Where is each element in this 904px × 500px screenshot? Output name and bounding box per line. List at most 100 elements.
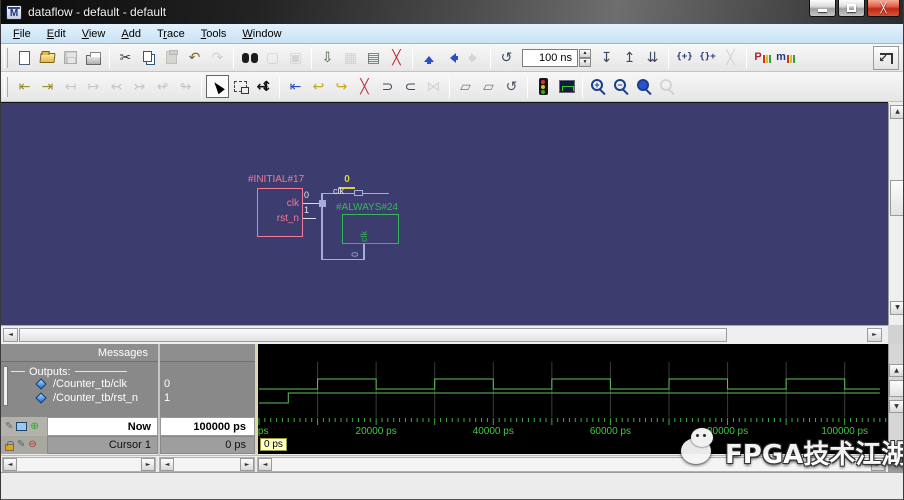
wave-vscroll-thumb[interactable]	[889, 380, 903, 397]
memory-profile-button[interactable]: m	[774, 46, 797, 69]
wave-scroll-left-arrow[interactable]: ◄	[258, 458, 272, 471]
zoom-in-button[interactable]: +	[587, 75, 610, 98]
cursor-time-box[interactable]: 0 ps	[260, 438, 287, 451]
run-button[interactable]: ↧	[595, 46, 618, 69]
canvas-scroll-right-arrow[interactable]: ►	[867, 328, 882, 342]
expand-net-to-drivers-button[interactable]: ⇤	[284, 75, 307, 98]
canvas-vscroll-thumb[interactable]	[890, 180, 903, 216]
menu-add[interactable]: Add	[113, 26, 149, 42]
signal-row-clk[interactable]: /Counter_tb/clk	[1, 377, 158, 391]
menu-tools[interactable]: Tools	[193, 26, 235, 42]
select-mode-button[interactable]	[206, 75, 229, 98]
wave-scroll-down-arrow[interactable]: ▼	[889, 400, 903, 413]
lock-icon[interactable]	[5, 440, 14, 451]
always-input-wire[interactable]	[363, 244, 365, 260]
regenerate-button[interactable]: ↺	[500, 75, 523, 98]
insert-icon[interactable]: ⊕	[30, 421, 38, 432]
embedded-wave-viewer-button[interactable]	[555, 75, 578, 98]
minimize-button[interactable]	[809, 0, 836, 17]
new-file-button[interactable]	[13, 46, 36, 69]
remove-cursor-icon[interactable]: ⊖	[28, 440, 36, 450]
cursor-track[interactable]: 0 ps	[258, 436, 888, 454]
canvas-scroll-up-arrow[interactable]: ▲	[890, 105, 903, 119]
expand-in-button[interactable]: ⊃	[376, 75, 399, 98]
zoom-mode-button[interactable]	[229, 75, 252, 98]
clk-net-wire-bottom[interactable]	[321, 259, 365, 260]
find-button[interactable]	[238, 46, 261, 69]
always-input-value: 0	[350, 251, 360, 257]
spin-down-arrow[interactable]: ▼	[579, 57, 591, 67]
svg-text:0 ps: 0 ps	[258, 426, 268, 436]
rst-pin-stub	[303, 218, 316, 219]
menu-window[interactable]: Window	[234, 26, 289, 42]
timeline-ruler[interactable]: 0 ps 20000 ps 40000 ps 60000 ps 80000 ps 1000…	[250, 417, 888, 437]
undock-button[interactable]	[873, 46, 899, 70]
delete-content-button[interactable]: ╳	[353, 75, 376, 98]
cursor-label-cell[interactable]: Cursor 1	[47, 436, 158, 454]
name-scroll-left-arrow[interactable]: ◄	[3, 458, 17, 471]
trace-set-button[interactable]: ⇤	[13, 75, 36, 98]
save-icon	[64, 51, 77, 64]
continue-run-button[interactable]: ↥	[618, 46, 641, 69]
clk-net-wire-vertical[interactable]	[321, 193, 323, 260]
spin-up-arrow[interactable]: ▲	[579, 48, 591, 58]
canvas-scroll-down-arrow[interactable]: ▼	[890, 301, 903, 315]
pan-mode-button[interactable]	[252, 75, 275, 98]
expand-net-button[interactable]: ↩	[307, 75, 330, 98]
signal-row-rst-n[interactable]: /Counter_tb/rst_n	[1, 391, 158, 405]
wave-messages-header[interactable]: Messages	[1, 344, 158, 362]
name-scroll-right-arrow[interactable]: ►	[141, 458, 155, 471]
run-length-field[interactable]	[522, 48, 578, 67]
step-over-button[interactable]: {}+	[696, 46, 719, 69]
menu-edit[interactable]: Edit	[39, 26, 74, 42]
show-wave-button[interactable]	[532, 75, 555, 98]
menu-file[interactable]: File	[5, 26, 39, 42]
menu-view[interactable]: View	[74, 26, 114, 42]
canvas-hscroll-thumb[interactable]	[19, 328, 727, 342]
expand-net-to-drivers-icon: ⇤	[289, 78, 302, 95]
net-value: 0	[344, 174, 350, 185]
value-hscrollbar[interactable]: ◄ ►	[159, 457, 255, 472]
menu-trace[interactable]: Trace	[149, 26, 193, 42]
value-scroll-right-arrow[interactable]: ►	[240, 458, 254, 471]
maximize-button[interactable]	[838, 0, 865, 17]
copy-button[interactable]	[137, 46, 160, 69]
erase-highlights-button[interactable]: ▱	[454, 75, 477, 98]
print-button[interactable]	[82, 46, 105, 69]
compile-button[interactable]: ⇩	[316, 46, 339, 69]
open-file-button[interactable]	[36, 46, 59, 69]
expand-out-button[interactable]: ⊂	[399, 75, 422, 98]
step-into-button[interactable]: {+}	[673, 46, 696, 69]
simulate-button[interactable]: ▤	[362, 46, 385, 69]
dataflow-canvas[interactable]: #INITIAL#17 clk rst_n 0 1 0 clk #ALWAYS#…	[1, 102, 888, 325]
name-hscrollbar[interactable]: ◄ ►	[2, 457, 156, 472]
wave-scroll-right-arrow[interactable]: ►	[871, 458, 885, 471]
monitor-icon[interactable]	[16, 422, 28, 431]
close-button[interactable]: ╳	[867, 0, 900, 17]
wave-plot-area[interactable]	[258, 362, 888, 417]
wave-scroll-up-arrow[interactable]: ▲	[889, 364, 903, 377]
trace-reset-button[interactable]: ⇥	[36, 75, 59, 98]
undo-button[interactable]: ↶	[183, 46, 206, 69]
canvas-scroll-left-arrow[interactable]: ◄	[3, 328, 18, 342]
net-connector[interactable]	[354, 190, 363, 196]
environment-back-button[interactable]	[440, 46, 463, 69]
canvas-vscrollbar[interactable]: ▲ ▼	[888, 103, 903, 325]
value-scroll-left-arrow[interactable]: ◄	[160, 458, 174, 471]
zoom-full-button[interactable]	[633, 75, 656, 98]
wave-hscrollbar[interactable]: ◄ ►	[257, 457, 886, 472]
always-block[interactable]	[342, 214, 399, 244]
restart-button[interactable]: ↺	[495, 46, 518, 69]
zoom-out-button[interactable]: −	[610, 75, 633, 98]
environment-up-button[interactable]	[417, 46, 440, 69]
edit-cursor-icon[interactable]: ✎	[17, 440, 25, 450]
run-all-button[interactable]: ⇊	[641, 46, 664, 69]
erase-all-button[interactable]: ▱	[477, 75, 500, 98]
edit-mode-icon[interactable]: ✎	[5, 421, 13, 432]
expand-net-to-readers-button[interactable]: ↪	[330, 75, 353, 98]
performance-profile-button[interactable]: P	[751, 46, 774, 69]
canvas-hscrollbar[interactable]: ◄ ►	[1, 325, 888, 344]
cut-button[interactable]: ✂	[114, 46, 137, 69]
break-button[interactable]: ╳	[385, 46, 408, 69]
clk-net-wire-top2[interactable]	[363, 193, 389, 194]
